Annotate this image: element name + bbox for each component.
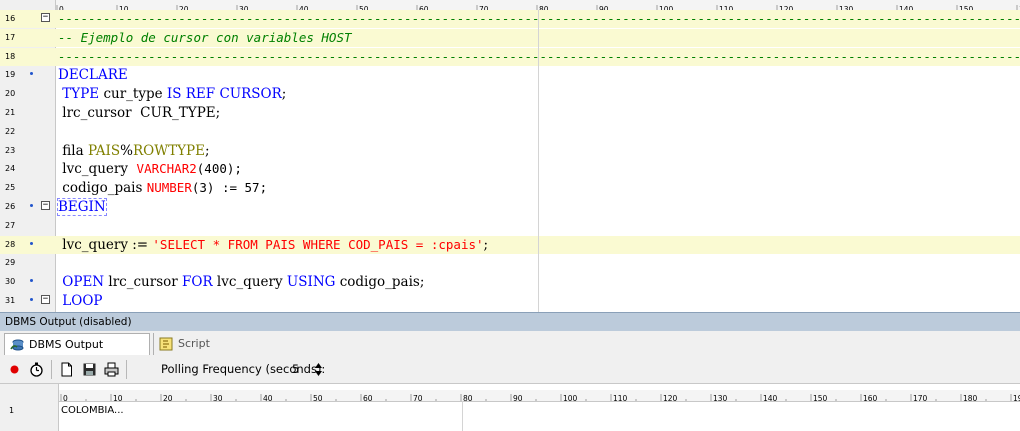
line-number: 25 <box>5 183 16 193</box>
line-number: 17 <box>5 32 16 42</box>
output-tabs: DBMS Output (disabled) Script Output <box>0 331 1020 373</box>
dbms-output-area[interactable]: 0 10 20 30 40 50 60 70 80 90 100 110 120 130 140 150 160… <box>0 384 1020 431</box>
line-number: 20 <box>5 89 16 99</box>
ruler-label: 90 <box>513 394 523 402</box>
code-text[interactable]: lrc_cursor CUR_TYPE; <box>58 105 220 121</box>
dbms-output-toolbar: Polling Frequency (seconds): 5 <box>0 356 1020 384</box>
ruler-label: 0 <box>63 394 68 402</box>
ruler-label: 10 <box>113 394 123 402</box>
dbms-output-icon <box>10 339 24 351</box>
line-number: 30 <box>5 277 16 287</box>
output-ruler-ticks: 0 10 20 30 40 50 60 70 80 90 100 110 120 130 140 150 160… <box>60 394 1020 402</box>
code-line[interactable]: 16 − -------------------------------------… <box>0 10 1020 28</box>
code-line[interactable]: 23 fila PAIS%ROWTYPE; <box>0 142 1020 160</box>
code-line[interactable]: 26 − BEGIN <box>0 198 1020 216</box>
code-text[interactable]: LOOP <box>58 293 102 309</box>
code-line[interactable]: 20 TYPE cur_type IS REF CURSOR; <box>0 85 1020 103</box>
save-icon[interactable] <box>82 362 97 377</box>
ruler-label: 20 <box>163 394 173 402</box>
code-line[interactable]: 22 <box>0 123 1020 141</box>
code-line[interactable]: 29 <box>0 254 1020 272</box>
line-number: 23 <box>5 145 16 155</box>
statement-marker-icon <box>30 279 33 283</box>
code-text[interactable]: codigo_pais NUMBER(3) := 57; <box>58 180 267 196</box>
line-number: 29 <box>5 258 16 268</box>
code-line[interactable]: 24 lvc_query VARCHAR2(400); <box>0 160 1020 178</box>
code-line[interactable]: 18 --------------------------------------… <box>0 47 1020 66</box>
line-number: 18 <box>5 51 16 61</box>
fold-toggle-icon[interactable]: − <box>41 201 50 210</box>
output-ruler: 0 10 20 30 40 50 60 70 80 90 100 110 120 130 140 150 160… <box>59 390 1020 402</box>
ruler-label: 50 <box>313 394 323 402</box>
line-number: 16 <box>5 14 16 23</box>
line-number: 31 <box>5 296 16 305</box>
line-number: 28 <box>5 239 16 249</box>
code-text[interactable]: ----------------------------------------… <box>58 11 1020 27</box>
line-number: 24 <box>5 164 16 174</box>
polling-frequency-spinner[interactable] <box>314 361 323 378</box>
code-text[interactable]: BEGIN <box>57 198 107 216</box>
code-line[interactable]: 17 -- Ejemplo de cursor con variables HOS… <box>0 28 1020 47</box>
line-number: 27 <box>5 220 16 230</box>
fold-toggle-icon[interactable]: − <box>41 13 50 22</box>
toolbar-separator <box>126 360 127 379</box>
code-text[interactable]: lvc_query := 'SELECT * FROM PAIS WHERE C… <box>58 237 488 253</box>
ruler-label: 170 <box>913 394 928 402</box>
code-text[interactable]: ----------------------------------------… <box>58 49 1020 65</box>
line-number: 21 <box>5 108 16 117</box>
code-text[interactable]: OPEN lrc_cursor FOR lvc_query USING codi… <box>58 274 424 290</box>
ruler-label: 180 <box>963 394 978 402</box>
ruler-label: 60 <box>363 394 373 402</box>
ruler-label: 40 <box>263 394 273 402</box>
code-text[interactable]: TYPE cur_type IS REF CURSOR; <box>58 86 286 102</box>
output-margin-guide <box>462 401 463 431</box>
statement-marker-icon <box>30 298 33 301</box>
ruler-label: 30 <box>213 394 223 402</box>
ruler-label: 110 <box>613 394 628 402</box>
fold-toggle-icon[interactable]: − <box>41 295 50 304</box>
stopwatch-icon[interactable] <box>29 362 44 377</box>
polling-frequency-input[interactable]: 5 <box>292 362 299 376</box>
code-text[interactable]: fila PAIS%ROWTYPE; <box>58 143 209 159</box>
print-icon[interactable] <box>104 362 119 377</box>
code-line[interactable]: 28 lvc_query := 'SELECT * FROM PAIS WHER… <box>0 235 1020 254</box>
statement-marker-icon <box>30 204 33 207</box>
ruler-label: 80 <box>463 394 473 402</box>
new-document-icon[interactable] <box>59 362 74 377</box>
ruler-label: 70 <box>413 394 423 402</box>
record-icon[interactable] <box>7 362 22 377</box>
dbms-output-panel-title: DBMS Output (disabled) <box>0 312 1020 331</box>
output-line-text: COLOMBIA... <box>61 405 124 416</box>
code-text[interactable]: DECLARE <box>58 67 128 83</box>
tab-dbms-output[interactable]: DBMS Output (disabled) <box>4 333 150 373</box>
polling-frequency-label: Polling Frequency (seconds): <box>161 362 326 376</box>
ruler-label: 100 <box>563 394 578 402</box>
tab-script-output[interactable]: Script Output <box>153 333 249 372</box>
ruler-label: 140 <box>763 394 778 402</box>
code-line[interactable]: 21 lrc_cursor CUR_TYPE; <box>0 104 1020 122</box>
line-number: 22 <box>5 126 16 136</box>
code-line[interactable]: 27 <box>0 217 1020 235</box>
toolbar-separator <box>51 360 52 379</box>
output-line-number: 1 <box>9 406 15 415</box>
ruler-label: 190 <box>1013 394 1020 402</box>
sql-editor[interactable]: 0 10 20 30 40 50 60 70 80 90 100 110 120 130 140 150 16 … <box>0 0 1020 312</box>
right-margin-guide <box>538 10 539 312</box>
script-output-icon <box>159 337 173 351</box>
statement-marker-icon <box>30 72 33 76</box>
code-line[interactable]: 31 − LOOP <box>0 292 1020 310</box>
code-line[interactable]: 19 DECLARE <box>0 66 1020 84</box>
code-text[interactable]: lvc_query VARCHAR2(400); <box>58 161 242 177</box>
line-number: 19 <box>5 70 16 80</box>
ruler-label: 130 <box>713 394 728 402</box>
ruler-label: 160 <box>863 394 878 402</box>
ruler-label: 150 <box>813 394 828 402</box>
code-text[interactable]: -- Ejemplo de cursor con variables HOST <box>58 30 352 46</box>
ruler-label: 120 <box>663 394 678 402</box>
code-line[interactable]: 30 OPEN lrc_cursor FOR lvc_query USING c… <box>0 273 1020 291</box>
statement-marker-icon <box>30 241 33 245</box>
code-line[interactable]: 25 codigo_pais NUMBER(3) := 57; <box>0 179 1020 197</box>
line-number: 26 <box>5 202 16 211</box>
